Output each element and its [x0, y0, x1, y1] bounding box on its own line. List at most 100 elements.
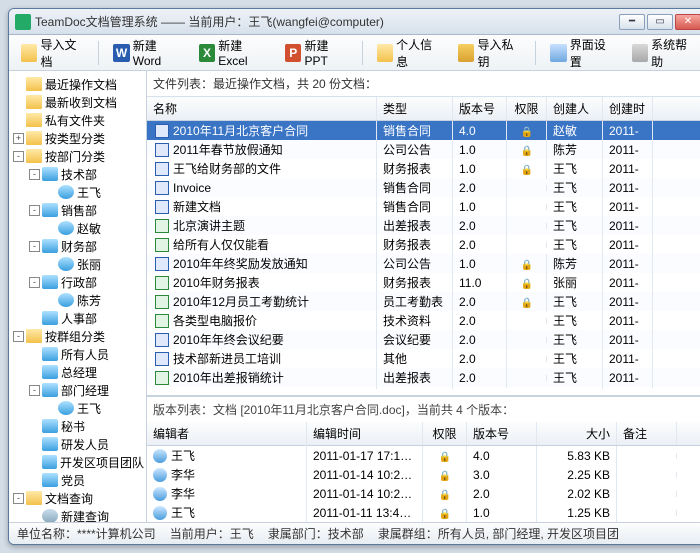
vcol-note[interactable]: 备注 [617, 422, 677, 445]
lock-icon [521, 257, 533, 269]
vcol-time[interactable]: 编辑时间 [307, 422, 423, 445]
col-owner[interactable]: 创建人 [547, 97, 603, 120]
tree-item[interactable]: 所有人员 [9, 345, 146, 363]
vcol-version[interactable]: 版本号 [467, 422, 537, 445]
tree-item[interactable]: 新建查询 [9, 507, 146, 522]
tree-item[interactable]: - 部门经理 [9, 381, 146, 399]
import-key-button[interactable]: 导入私钥 [452, 32, 527, 74]
nav-tree[interactable]: 最近操作文档最新收到文档私有文件夹+按类型分类-按部门分类-技术部王飞-销售部赵… [9, 71, 147, 522]
tree-item-label: 总经理 [61, 364, 97, 381]
file-icon [155, 352, 169, 366]
col-type[interactable]: 类型 [377, 97, 453, 120]
tree-item-label: 最新收到文档 [45, 94, 117, 111]
tree-item-label: 按群组分类 [45, 328, 105, 345]
file-grid-header[interactable]: 名称 类型 版本号 权限 创建人 创建时 [147, 97, 700, 121]
expander-icon[interactable]: - [13, 331, 24, 342]
tree-item[interactable]: -行政部 [9, 273, 146, 291]
tree-item-label: 党员 [61, 472, 85, 489]
tree-item[interactable]: 秘书 [9, 417, 146, 435]
expander-icon[interactable]: - [29, 169, 40, 180]
tree-item[interactable]: 赵敏 [9, 219, 146, 237]
tree-item[interactable]: 开发区项目团队 [9, 453, 146, 471]
new-excel-button[interactable]: X新建Excel [193, 33, 273, 72]
col-perm[interactable]: 权限 [507, 97, 547, 120]
people-icon [42, 203, 58, 217]
new-word-button[interactable]: W新建Word [107, 33, 186, 72]
version-row[interactable]: 王飞2011-01-11 13:4…1.01.25 KB [147, 503, 700, 522]
new-ppt-button[interactable]: P新建PPT [279, 33, 354, 72]
vcol-perm[interactable]: 权限 [423, 422, 467, 445]
tree-item[interactable]: -财务部 [9, 237, 146, 255]
tree-item-label: 赵敏 [77, 220, 101, 237]
tree-item[interactable]: - 销售部 [9, 201, 146, 219]
close-button[interactable]: ✕ [675, 14, 700, 30]
minimize-button[interactable]: ━ [619, 14, 645, 30]
file-icon [155, 124, 169, 138]
expander-icon[interactable]: - [13, 151, 24, 162]
tree-item[interactable]: 最近操作文档 [9, 75, 146, 93]
tree-item[interactable]: 陈芳 [9, 291, 146, 309]
profile-button[interactable]: 个人信息 [371, 32, 446, 74]
vcol-editor[interactable]: 编辑者 [147, 422, 307, 445]
tree-item-label: 研发人员 [61, 436, 109, 453]
help-button[interactable]: 系统帮助 [626, 32, 700, 74]
ui-settings-button[interactable]: 界面设置 [544, 32, 619, 74]
import-doc-button[interactable]: 导入文档 [15, 32, 90, 74]
tree-item[interactable]: 党员 [9, 471, 146, 489]
tree-item[interactable]: 王飞 [9, 183, 146, 201]
tree-item[interactable]: 王飞 [9, 399, 146, 417]
expander-icon[interactable]: - [29, 241, 40, 252]
tree-item-label: 开发区项目团队 [60, 454, 144, 471]
vcol-size[interactable]: 大小 [537, 422, 617, 445]
expander-icon[interactable]: - [29, 277, 40, 288]
version-grid[interactable]: 编辑者 编辑时间 权限 版本号 大小 备注 王飞2011-01-17 17:1…… [147, 422, 700, 522]
person-icon [58, 293, 74, 307]
col-name[interactable]: 名称 [147, 97, 377, 120]
maximize-button[interactable]: ▭ [647, 14, 673, 30]
expander-icon[interactable]: - [29, 205, 40, 216]
expander-icon[interactable]: - [13, 493, 24, 504]
folder-icon [26, 329, 42, 343]
folder-icon [26, 95, 42, 109]
lock-icon [439, 449, 451, 461]
tree-item-label: 部门经理 [61, 382, 109, 399]
avatar-icon [153, 449, 167, 463]
people-icon [42, 275, 58, 289]
tree-item-label: 销售部 [61, 202, 97, 219]
person-icon [58, 401, 74, 415]
monitor-icon [550, 44, 566, 62]
file-icon [155, 143, 169, 157]
ppt-icon: P [285, 44, 301, 62]
people-icon [42, 239, 58, 253]
key-icon [458, 44, 474, 62]
folder-icon [26, 77, 42, 91]
tree-item-label: 所有人员 [61, 346, 109, 363]
version-grid-header[interactable]: 编辑者 编辑时间 权限 版本号 大小 备注 [147, 422, 700, 446]
file-icon [155, 181, 169, 195]
expander-icon[interactable]: - [29, 385, 40, 396]
tree-item-label: 秘书 [61, 418, 85, 435]
tree-item[interactable]: -技术部 [9, 165, 146, 183]
tree-item[interactable]: -按部门分类 [9, 147, 146, 165]
lock-icon [439, 506, 451, 518]
col-date[interactable]: 创建时 [603, 97, 653, 120]
lock-icon [521, 124, 533, 136]
file-icon [155, 333, 169, 347]
tree-item[interactable]: -文档查询 [9, 489, 146, 507]
file-grid[interactable]: 名称 类型 版本号 权限 创建人 创建时 2010年11月北京客户合同销售合同4… [147, 97, 700, 396]
tree-item[interactable]: 张丽 [9, 255, 146, 273]
tree-item[interactable]: +按类型分类 [9, 129, 146, 147]
file-icon [155, 162, 169, 176]
tree-item[interactable]: 研发人员 [9, 435, 146, 453]
tree-item[interactable]: 人事部 [9, 309, 146, 327]
tree-item[interactable]: 最新收到文档 [9, 93, 146, 111]
app-window: TeamDoc文档管理系统 —— 当前用户：王飞(wangfei@compute… [8, 8, 700, 545]
tree-item[interactable]: - 按群组分类 [9, 327, 146, 345]
window-title: TeamDoc文档管理系统 —— 当前用户：王飞(wangfei@compute… [35, 13, 619, 30]
folder-icon [26, 149, 42, 163]
tree-item[interactable]: 总经理 [9, 363, 146, 381]
col-version[interactable]: 版本号 [453, 97, 507, 120]
tree-item[interactable]: 私有文件夹 [9, 111, 146, 129]
table-row[interactable]: 2010年出差报销统计出差报表2.0王飞2011- [147, 368, 700, 387]
expander-icon[interactable]: + [13, 133, 24, 144]
